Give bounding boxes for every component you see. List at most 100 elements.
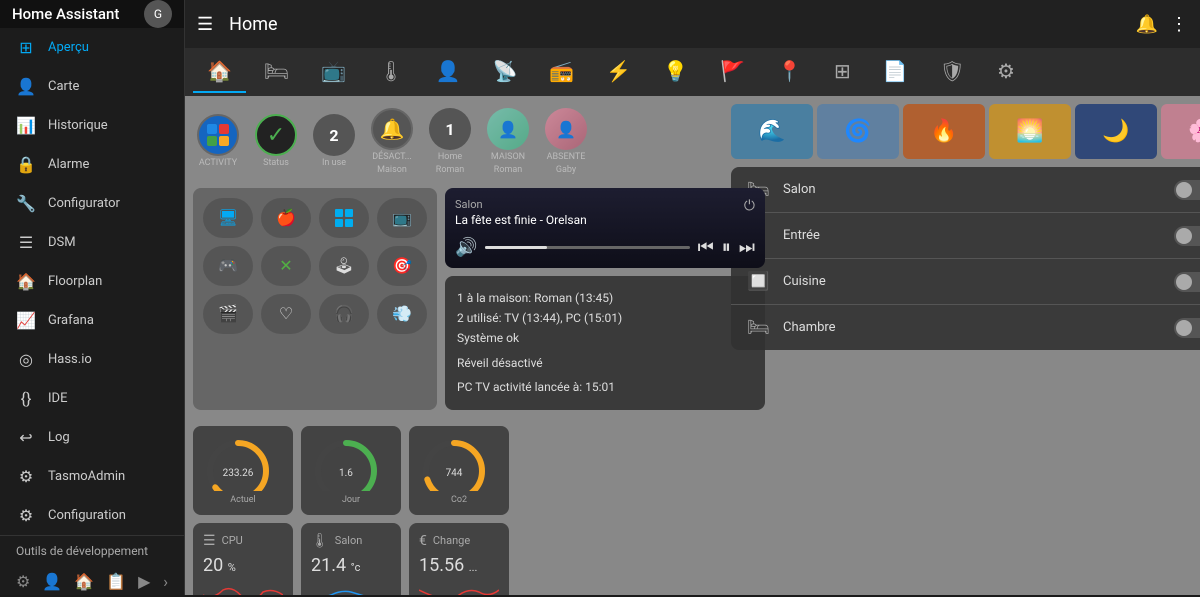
sidebar-label-config: Configuration <box>48 508 126 523</box>
absente-sublabel: Gaby <box>556 165 576 176</box>
badge-home[interactable]: 1 Home Roman <box>425 108 475 176</box>
sidebar-item-hass[interactable]: ◎Hass.io <box>0 340 184 379</box>
notification-icon[interactable]: 🔔 <box>1136 14 1158 35</box>
media-power-icon[interactable]: ⏻ <box>744 198 755 214</box>
sidebar-item-config[interactable]: ⚙Configuration <box>0 496 184 535</box>
sidebar-icon-dsm: ☰ <box>16 233 36 252</box>
person-icon[interactable]: 👤 <box>42 572 62 591</box>
sidebar-label-dsm: DSM <box>48 235 76 250</box>
remote-btn-ctrl[interactable]: 🎯 <box>377 246 427 286</box>
remote-btn-heart[interactable]: ♡ <box>261 294 311 334</box>
navtab-grid[interactable]: ⊞ <box>820 51 865 93</box>
mini-label-1: Salon <box>335 534 363 547</box>
remote-btn-ps[interactable]: 🎮 <box>203 246 253 286</box>
strip-img-3[interactable]: 🌅 <box>989 104 1071 159</box>
toggle-0[interactable] <box>1174 180 1200 200</box>
menu-icon[interactable]: ☰ <box>197 14 213 35</box>
stat-card-2: 744 Co2 <box>409 426 509 515</box>
sidebar-label-apercu: Aperçu <box>48 40 89 55</box>
toggle-3[interactable] <box>1174 318 1200 338</box>
mini-icon-2: € <box>419 533 427 549</box>
sidebar-item-carte[interactable]: 👤Carte <box>0 67 184 106</box>
sidebar-item-configurator[interactable]: 🔧Configurator <box>0 184 184 223</box>
remote-btn-monitor[interactable]: 🖥 <box>203 198 253 238</box>
chevron-right-icon[interactable]: › <box>163 572 168 591</box>
remote-btn-tv[interactable]: 📺 <box>377 198 427 238</box>
more-icon[interactable]: ⋮ <box>1170 14 1188 35</box>
badge-inuse[interactable]: 2 In use <box>309 114 359 169</box>
svg-text:233.26: 233.26 <box>223 468 254 479</box>
navtab-doc[interactable]: 📄 <box>869 51 922 93</box>
navtab-sleep[interactable]: 🛏 <box>250 51 303 93</box>
navtab-antenna[interactable]: 📡 <box>479 51 532 93</box>
gauge-svg-2: 744 <box>419 436 489 491</box>
badge-desac[interactable]: 🔔 DÉSACT... Maison <box>367 108 417 176</box>
remote-btn-xbox[interactable]: ✕ <box>261 246 311 286</box>
info-line: Système ok <box>457 328 753 348</box>
badge-activity[interactable]: ACTIVITY <box>193 114 243 169</box>
sidebar-item-dsm[interactable]: ☰ DSM <box>0 223 184 262</box>
navtab-cast[interactable]: 📻 <box>535 51 588 93</box>
strip-img-0[interactable]: 🌊 <box>731 104 813 159</box>
badge-absente[interactable]: 👤 ABSENTE Gaby <box>541 108 591 176</box>
strip-img-5[interactable]: 🌸 <box>1161 104 1200 159</box>
sidebar-icon-alarme: 🔒 <box>16 155 36 174</box>
navtab-climate[interactable]: 🌡 <box>364 51 417 93</box>
strip-img-2[interactable]: 🔥 <box>903 104 985 159</box>
content: ACTIVITY ✓ Status 2 In use 🔔 DÉSACT... M… <box>185 96 1200 595</box>
sidebar-item-tasmo[interactable]: ⚙TasmoAdmin <box>0 457 184 496</box>
navtab-tv[interactable]: 📺 <box>307 51 360 93</box>
pause-icon[interactable]: ⏸ <box>722 237 731 258</box>
strip-img-1[interactable]: 🌀 <box>817 104 899 159</box>
remote-btn-windows[interactable] <box>319 198 369 238</box>
sidebar-icon-apercu: ⊞ <box>16 38 36 57</box>
sidebar-item-alarme[interactable]: 🔒Alarme <box>0 145 184 184</box>
remote-btn-apple[interactable]: 🍎 <box>261 198 311 238</box>
sidebar-label-floorplan: Floorplan <box>48 274 102 289</box>
prev-icon[interactable]: ⏮ <box>698 237 714 258</box>
volume-icon[interactable]: 🔊 <box>455 237 477 258</box>
toggle-2[interactable] <box>1174 272 1200 292</box>
room-icon-3: 🛏 <box>747 317 771 338</box>
strip-img-4[interactable]: 🌙 <box>1075 104 1157 159</box>
sidebar-item-log[interactable]: ↩Log <box>0 418 184 457</box>
home-icon-footer[interactable]: 🏠 <box>74 572 94 591</box>
next-icon[interactable]: ⏭ <box>739 237 755 258</box>
remote-btn-headphones[interactable]: 🎧 <box>319 294 369 334</box>
sidebar-item-ide[interactable]: {}IDE <box>0 379 184 418</box>
dev-tools-label: Outils de développement <box>0 535 184 566</box>
gear-icon[interactable]: ⚙ <box>16 572 30 591</box>
sidebar-icon-ide: {} <box>16 389 36 408</box>
navtab-shield[interactable]: 🛡 <box>926 51 979 93</box>
sidebar-icon-configurator: 🔧 <box>16 194 36 213</box>
navtab-home[interactable]: 🏠 <box>193 51 246 93</box>
user-activity: ACTIVITY ✓ Status 2 In use 🔔 DÉSACT... M… <box>193 104 723 180</box>
volume-slider[interactable] <box>485 246 689 249</box>
sidebar-icon-tasmo: ⚙ <box>16 467 36 486</box>
sidebar-item-floorplan[interactable]: 🏠Floorplan <box>0 262 184 301</box>
badge-maison[interactable]: 👤 MAISON Roman <box>483 108 533 176</box>
navtab-person[interactable]: 👤 <box>422 51 475 93</box>
remote-btn-fan[interactable]: 💨 <box>377 294 427 334</box>
navtab-bolt[interactable]: ⚡ <box>592 51 645 93</box>
list-icon[interactable]: 📋 <box>106 572 126 591</box>
badge-status[interactable]: ✓ Status <box>251 114 301 169</box>
navtab-gear[interactable]: ⚙ <box>983 51 1029 93</box>
navtab-pin[interactable]: 📍 <box>763 51 816 93</box>
sidebar-avatar[interactable]: G <box>144 0 172 28</box>
desac-sublabel: Maison <box>377 165 407 176</box>
bottom-section: 233.26 Actuel 1.6 Jour 744 Co2 ☰ CPU 20 … <box>193 426 723 595</box>
bell-icon: 🔔 <box>371 108 413 150</box>
navtab-bulb[interactable]: 💡 <box>649 51 702 93</box>
toggle-1[interactable] <box>1174 226 1200 246</box>
sidebar-item-apercu[interactable]: ⊞ Aperçu <box>0 28 184 67</box>
sidebar-item-historique[interactable]: 📊Historique <box>0 106 184 145</box>
stats-row: 233.26 Actuel 1.6 Jour 744 Co2 <box>193 426 509 515</box>
play-icon[interactable]: ▶ <box>138 572 150 591</box>
navtab-flag[interactable]: 🚩 <box>706 51 759 93</box>
info-line: 2 utilisé: TV (13:44), PC (15:01) <box>457 308 753 328</box>
room-label-2: Cuisine <box>783 274 1162 289</box>
remote-btn-film[interactable]: 🎬 <box>203 294 253 334</box>
remote-btn-nintendo[interactable]: 🕹 <box>319 246 369 286</box>
sidebar-item-grafana[interactable]: 📈Grafana <box>0 301 184 340</box>
